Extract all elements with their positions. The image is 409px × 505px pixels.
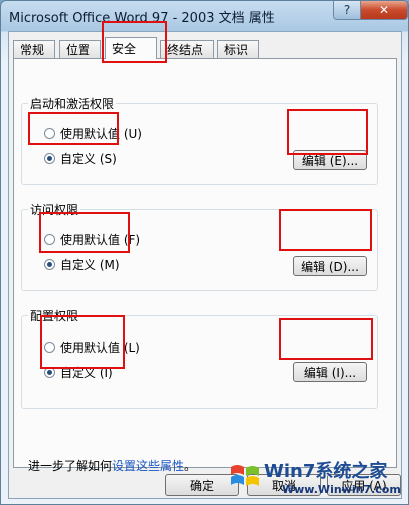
group-launch-permissions: 启动和激活权限 使用默认值 (U) 自定义 (S) 编辑 (E)... [21, 95, 378, 185]
radio-access-custom[interactable]: 自定义 (M) [44, 256, 120, 273]
help-button[interactable]: ? [333, 1, 361, 20]
group-title: 配置权限 [28, 307, 81, 324]
footer-suffix: 。 [184, 459, 197, 473]
radio-label: 使用默认值 (F) [60, 233, 141, 247]
radio-dot-icon [47, 262, 52, 267]
tab-location[interactable]: 位置 [59, 40, 101, 58]
close-button[interactable]: ✕ [360, 1, 408, 20]
radio-launch-custom[interactable]: 自定义 (S) [44, 150, 117, 167]
group-config-permissions: 配置权限 使用默认值 (L) 自定义 (I) 编辑 (I)... [21, 307, 378, 409]
radio-access-default[interactable]: 使用默认值 (F) [44, 231, 140, 248]
radio-label: 自定义 (I) [60, 366, 113, 380]
tab-security[interactable]: 安全 [105, 37, 157, 59]
help-icon: ? [343, 3, 351, 17]
radio-selected-icon [44, 259, 55, 270]
tab-general[interactable]: 常规 [13, 40, 55, 58]
edit-access-button[interactable]: 编辑 (D)... [293, 256, 367, 276]
properties-dialog: Microsoft Office Word 97 - 2003 文档 属性 ? … [0, 0, 409, 505]
radio-config-default[interactable]: 使用默认值 (L) [44, 339, 140, 356]
radio-launch-default[interactable]: 使用默认值 (U) [44, 125, 142, 142]
radio-selected-icon [44, 153, 55, 164]
close-icon: ✕ [378, 3, 390, 17]
footer-prefix: 进一步了解如何 [28, 459, 113, 473]
radio-label: 自定义 (M) [60, 258, 120, 272]
radio-dot-icon [47, 370, 52, 375]
watermark-title: Win7系统之家 [264, 461, 388, 482]
radio-label: 使用默认值 (U) [60, 127, 142, 141]
windows-logo-icon [231, 465, 259, 486]
tab-endpoints[interactable]: 终结点 [160, 40, 214, 58]
radio-label: 自定义 (S) [60, 152, 117, 166]
set-properties-link[interactable]: 设置这些属性 [112, 459, 184, 473]
security-panel: 启动和激活权限 使用默认值 (U) 自定义 (S) 编辑 (E)... 访问权限… [13, 58, 397, 473]
tab-identity[interactable]: 标识 [217, 40, 259, 58]
radio-label: 使用默认值 (L) [60, 341, 140, 355]
radio-empty-icon [44, 342, 55, 353]
edit-launch-button[interactable]: 编辑 (E)... [293, 150, 367, 170]
dialog-client: 常规 位置 安全 终结点 标识 启动和激活权限 使用默认值 (U) 自定义 (S… [8, 31, 402, 499]
group-title: 启动和激活权限 [28, 95, 117, 112]
site-watermark: Win7系统之家 Www.Winwin7.com [222, 455, 408, 503]
title-bar[interactable]: Microsoft Office Word 97 - 2003 文档 属性 ? … [1, 1, 408, 31]
radio-empty-icon [44, 234, 55, 245]
edit-config-button[interactable]: 编辑 (I)... [293, 362, 367, 382]
help-footer: 进一步了解如何设置这些属性。 [28, 457, 196, 474]
watermark-url: Www.Winwin7.com [282, 483, 401, 496]
radio-dot-icon [47, 156, 52, 161]
group-title: 访问权限 [28, 201, 81, 218]
group-access-permissions: 访问权限 使用默认值 (F) 自定义 (M) 编辑 (D)... [21, 201, 378, 291]
radio-selected-icon [44, 367, 55, 378]
radio-config-custom[interactable]: 自定义 (I) [44, 364, 113, 381]
radio-empty-icon [44, 128, 55, 139]
window-title: Microsoft Office Word 97 - 2003 文档 属性 [9, 11, 275, 26]
